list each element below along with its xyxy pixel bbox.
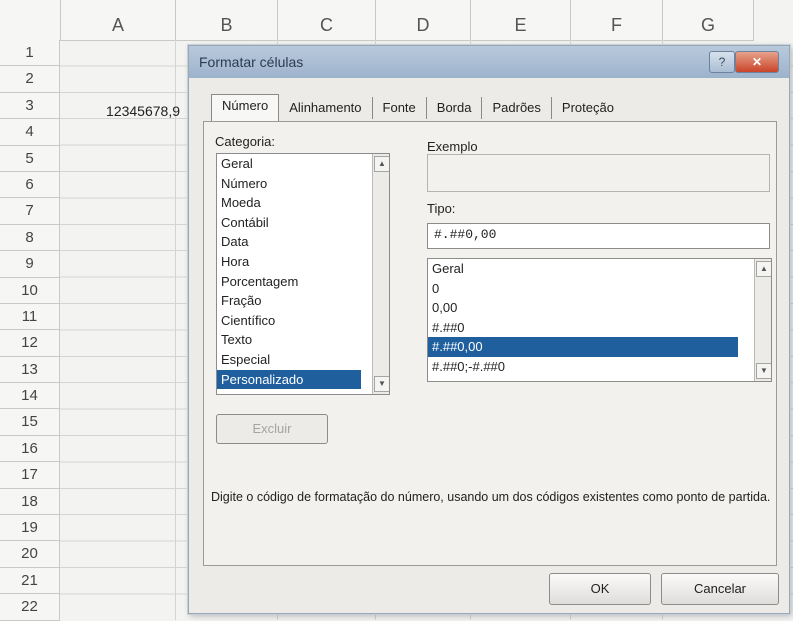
row-header[interactable]: 14 [0, 383, 60, 410]
row-header[interactable]: 16 [0, 435, 60, 463]
category-item[interactable]: Científico [217, 311, 389, 331]
dialog-titlebar[interactable]: Formatar células ? ✕ [189, 46, 789, 78]
tab-numero[interactable]: Número [211, 94, 280, 121]
column-header-e[interactable]: E [471, 0, 571, 40]
row-header[interactable]: 7 [0, 198, 60, 225]
row-header[interactable]: 21 [0, 567, 60, 595]
row-header[interactable]: 18 [0, 488, 60, 516]
scroll-down-icon[interactable]: ▼ [756, 363, 771, 379]
row-header[interactable]: 4 [0, 119, 60, 146]
category-item[interactable]: Número [217, 174, 389, 194]
category-item[interactable]: Fração [217, 291, 389, 311]
format-cells-dialog: Formatar células ? ✕ Número Alinhamento … [188, 45, 790, 614]
category-item[interactable]: Moeda [217, 193, 389, 213]
category-item[interactable]: Geral [217, 154, 389, 174]
dialog-tabs: Número Alinhamento Fonte Borda Padrões P… [211, 94, 624, 121]
category-item-selected[interactable]: Personalizado [217, 369, 361, 390]
category-item[interactable]: Data [217, 232, 389, 252]
ok-button[interactable]: OK [549, 573, 651, 605]
row-header[interactable]: 1 [0, 40, 60, 67]
type-item[interactable]: #.##0 [428, 318, 771, 338]
gridline [175, 40, 176, 620]
row-header[interactable]: 9 [0, 251, 60, 278]
sample-label: Exemplo [427, 139, 478, 154]
scroll-up-icon[interactable]: ▲ [374, 156, 389, 172]
column-header-d[interactable]: D [376, 0, 471, 40]
row-header[interactable]: 5 [0, 145, 60, 172]
row-header[interactable]: 10 [0, 277, 60, 304]
row-header[interactable]: 17 [0, 462, 60, 489]
tab-fonte[interactable]: Fonte [373, 97, 427, 119]
sample-preview [427, 154, 770, 192]
row-headers: 1 2 3 4 5 6 7 8 9 10 11 12 13 14 15 16 1… [0, 40, 60, 621]
delete-button[interactable]: Excluir [216, 414, 328, 444]
format-description: Digite o código de formatação do número,… [211, 490, 771, 504]
row-header[interactable]: 8 [0, 224, 60, 252]
tab-protecao[interactable]: Proteção [552, 97, 624, 119]
category-scrollbar[interactable]: ▲ ▼ [372, 154, 389, 394]
category-label: Categoria: [215, 134, 275, 149]
type-label: Tipo: [427, 201, 456, 216]
type-item-selected[interactable]: #.##0,00 [428, 337, 738, 357]
close-icon[interactable]: ✕ [735, 51, 779, 73]
column-header-c[interactable]: C [278, 0, 376, 40]
type-scrollbar[interactable]: ▲ ▼ [754, 259, 771, 381]
column-header-b[interactable]: B [176, 0, 278, 40]
type-item[interactable]: 0,00 [428, 298, 771, 318]
type-item[interactable]: 0 [428, 279, 771, 299]
category-item[interactable]: Porcentagem [217, 272, 389, 292]
category-list[interactable]: Geral Número Moeda Contábil Data Hora Po… [216, 153, 390, 395]
scroll-up-icon[interactable]: ▲ [756, 261, 771, 277]
row-header[interactable]: 20 [0, 541, 60, 568]
cancel-button[interactable]: Cancelar [661, 573, 779, 605]
row-header[interactable]: 13 [0, 356, 60, 384]
column-header-f[interactable]: F [571, 0, 663, 40]
row-header[interactable]: 11 [0, 303, 60, 331]
select-all-corner[interactable] [0, 0, 61, 40]
category-item[interactable]: Contábil [217, 213, 389, 233]
row-header[interactable]: 3 [0, 92, 60, 120]
row-header[interactable]: 6 [0, 171, 60, 199]
tab-padroes[interactable]: Padrões [482, 97, 552, 119]
row-header[interactable]: 12 [0, 330, 60, 357]
type-input[interactable]: #.##0,00 [427, 223, 770, 249]
row-header[interactable]: 22 [0, 594, 60, 621]
row-header[interactable]: 19 [0, 515, 60, 542]
type-list[interactable]: Geral 0 0,00 #.##0 #.##0,00 #.##0;-#.##0… [427, 258, 772, 382]
row-header[interactable]: 2 [0, 66, 60, 93]
category-item[interactable]: Especial [217, 350, 389, 370]
category-item[interactable]: Hora [217, 252, 389, 272]
column-headers: A B C D E F G [0, 0, 754, 41]
column-header-a[interactable]: A [61, 0, 176, 40]
category-item[interactable]: Texto [217, 330, 389, 350]
scroll-down-icon[interactable]: ▼ [374, 376, 389, 392]
cell-a3[interactable]: 12345678,9 [62, 98, 180, 124]
dialog-title: Formatar células [199, 54, 304, 70]
row-header[interactable]: 15 [0, 409, 60, 436]
tab-borda[interactable]: Borda [427, 97, 483, 119]
type-item[interactable]: #.##0;-#.##0 [428, 357, 771, 377]
help-icon[interactable]: ? [709, 51, 735, 73]
type-item[interactable]: Geral [428, 259, 771, 279]
tab-alinhamento[interactable]: Alinhamento [279, 97, 373, 119]
column-header-g[interactable]: G [663, 0, 754, 40]
